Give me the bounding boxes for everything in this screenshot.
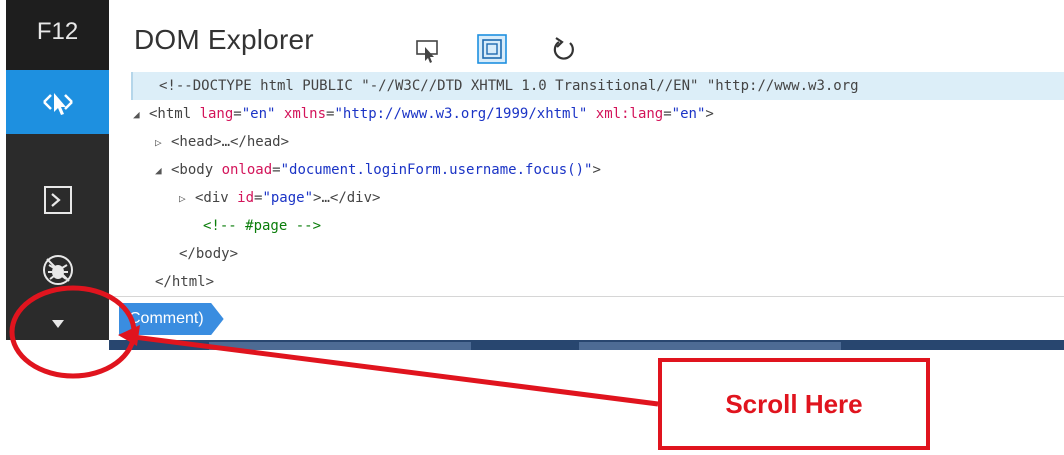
callout-text: Scroll Here xyxy=(725,388,863,419)
screenshot: F12 DOM Explorer <!--DOCTYPE html PUBLIC… xyxy=(0,0,1064,455)
arrow-head-icon xyxy=(118,325,140,346)
annotation-arrow-line xyxy=(125,333,659,407)
scroll-here-callout: Scroll Here xyxy=(658,358,930,450)
highlight-circle xyxy=(9,285,137,379)
